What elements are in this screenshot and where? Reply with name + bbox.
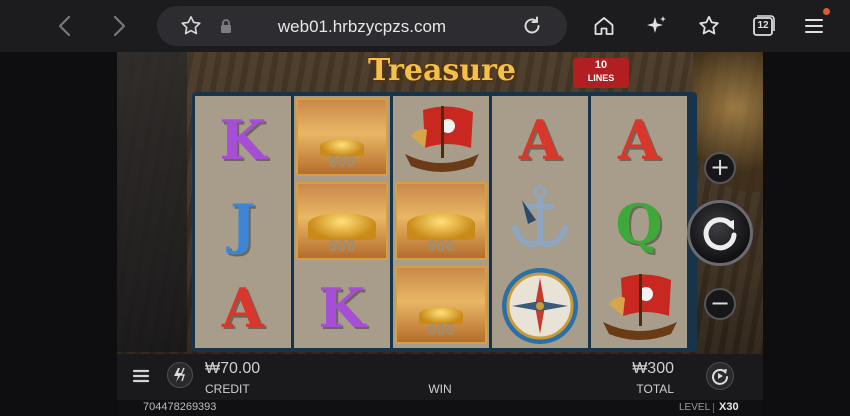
letter-symbol: A <box>492 96 588 178</box>
letter-symbol: A <box>591 96 687 178</box>
letter-symbol: K <box>195 96 291 178</box>
credit-value: ₩70.00 <box>205 360 261 377</box>
spin-button[interactable] <box>687 200 753 266</box>
back-arrow-icon[interactable] <box>52 12 80 40</box>
symbol-letter: A <box>618 108 660 172</box>
symbol-letter: A <box>519 108 561 172</box>
autoplay-button[interactable] <box>706 362 734 390</box>
turbo-icon <box>174 367 185 382</box>
lines-label: LINES <box>587 73 615 83</box>
letter-symbol: J <box>195 180 291 262</box>
symbol-letter: Q <box>615 192 663 256</box>
sparkle-icon[interactable] <box>645 14 669 38</box>
anchor-symbol <box>492 180 588 262</box>
gold-coins-symbol: 900 <box>294 180 390 262</box>
gold-coins-icon <box>407 214 475 240</box>
symbol-value: 900 <box>427 238 455 255</box>
home-icon[interactable] <box>592 14 616 38</box>
status-bar: ₩70.00 CREDIT WIN ₩300 TOTAL <box>117 354 763 400</box>
reel-column: A <box>492 96 588 348</box>
gold-coins-symbol: 600 <box>294 96 390 178</box>
symbol-value: 600 <box>328 154 356 171</box>
game-footer: 704478269393 LEVEL X30 <box>117 400 763 416</box>
notification-dot <box>823 8 830 15</box>
symbol-letter: A <box>222 276 264 340</box>
game-logo: Treasure Pirate <box>317 52 567 126</box>
level-label: LEVEL <box>679 402 711 413</box>
slot-game: Treasure Pirate 10 LINES KJA600900K90060… <box>117 52 763 416</box>
sword-decoration <box>117 52 187 352</box>
browser-toolbar: web01.hrbzycpzs.com 12 <box>0 0 850 52</box>
win-label: WIN <box>428 382 452 396</box>
forward-arrow-icon[interactable] <box>104 12 132 40</box>
letter-symbol: A <box>195 264 291 346</box>
autoplay-icon <box>712 368 728 385</box>
footer-divider <box>713 403 714 413</box>
reel-column: 900 600 <box>393 96 489 348</box>
symbol-letter: K <box>318 276 366 340</box>
bet-plus-button[interactable]: + <box>704 152 736 184</box>
favorites-star-icon[interactable] <box>697 14 721 38</box>
reel-column: AQ <box>591 96 687 348</box>
pirate-ship-symbol <box>393 96 489 178</box>
menu-icon[interactable] <box>802 14 826 38</box>
reel-column: 600 900 K <box>294 96 390 348</box>
reel-column: KJA <box>195 96 291 348</box>
tabs-icon[interactable]: 12 <box>750 14 776 38</box>
pirate-ship-icon <box>405 106 479 172</box>
symbol-value: 900 <box>328 238 356 255</box>
letter-symbol: K <box>294 264 390 346</box>
tab-count: 12 <box>757 20 769 31</box>
url-text: web01.hrbzycpzs.com <box>277 17 447 36</box>
gold-coins-icon <box>308 214 376 240</box>
pirate-ship-icon <box>603 274 677 340</box>
spin-arrow-icon <box>703 217 737 251</box>
compass-icon <box>502 268 578 344</box>
credit-label: CREDIT <box>205 382 250 396</box>
pirate-ship-symbol <box>591 264 687 346</box>
symbol-letter: K <box>219 108 267 172</box>
turbo-button[interactable] <box>167 362 193 388</box>
lines-number: 10 <box>594 59 608 71</box>
session-id: 704478269393 <box>143 401 217 413</box>
total-value: ₩300 <box>632 360 674 377</box>
gold-coins-symbol: 600 <box>393 264 489 346</box>
symbol-value: 600 <box>427 322 455 339</box>
total-label: TOTAL <box>636 382 674 396</box>
level-value: X30 <box>719 401 739 413</box>
address-bar[interactable]: web01.hrbzycpzs.com <box>157 6 567 46</box>
bet-minus-button[interactable]: − <box>704 288 736 320</box>
letter-symbol: Q <box>591 180 687 262</box>
symbol-letter: J <box>230 192 256 256</box>
reload-icon[interactable] <box>521 15 543 37</box>
hamburger-icon[interactable] <box>131 366 151 386</box>
lines-badge: 10 LINES <box>573 58 629 88</box>
anchor-icon <box>511 185 569 247</box>
compass-symbol <box>492 264 588 346</box>
gold-coins-symbol: 900 <box>393 180 489 262</box>
